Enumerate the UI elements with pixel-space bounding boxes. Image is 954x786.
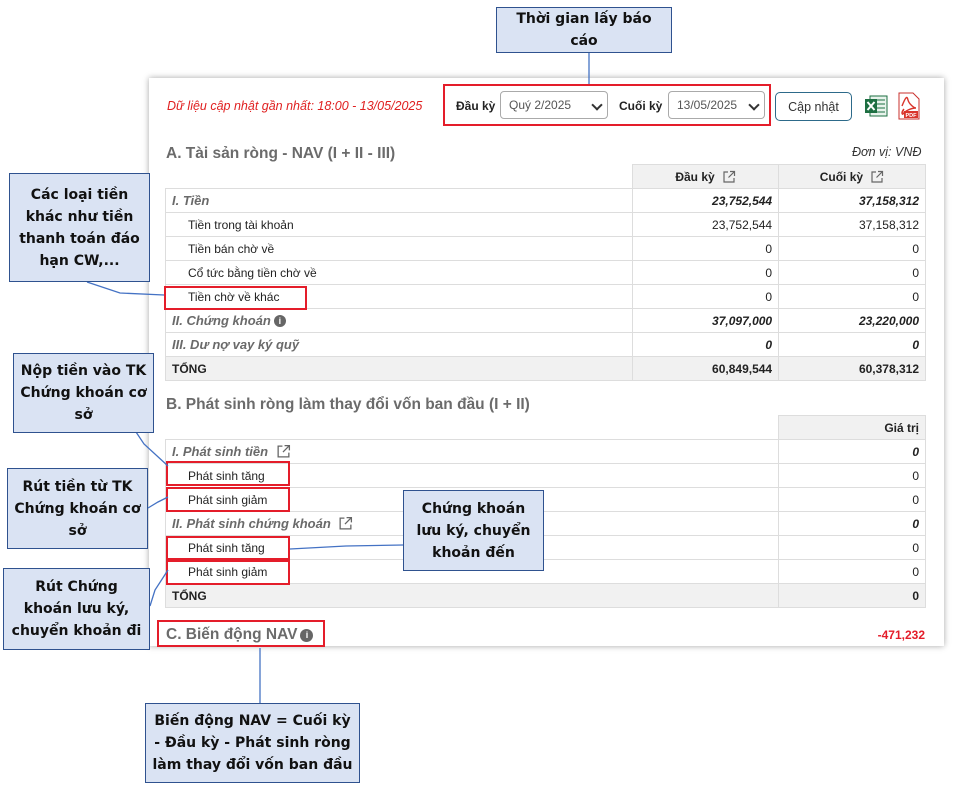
- start-period-label: Đầu kỳ: [456, 99, 496, 113]
- unit-label: Đơn vị: VNĐ: [852, 145, 922, 159]
- excel-export-icon[interactable]: [864, 94, 888, 118]
- row-end-value: 23,220,000: [778, 308, 926, 333]
- row-label: Tiền trong tài khoản: [164, 212, 634, 237]
- table-row: I. Tiền 23,752,544 37,158,312: [164, 188, 926, 213]
- row-label: III. Dư nợ vay ký quỹ: [164, 332, 634, 357]
- row-value: 0: [778, 439, 926, 464]
- pdf-export-icon[interactable]: PDF: [895, 92, 921, 120]
- row-start-value: 23,752,544: [632, 188, 780, 213]
- nav-change-value: -471,232: [877, 628, 925, 642]
- row-label-cell: I. Phát sinh tiền: [164, 439, 780, 464]
- nav-change-highlight: [157, 620, 325, 647]
- row-start-value: 60,849,544: [632, 356, 780, 381]
- row-end-value: 0: [778, 332, 926, 357]
- row-label: TỔNG: [164, 583, 780, 608]
- row-value: 0: [778, 535, 926, 560]
- row-start-value: 0: [632, 236, 780, 261]
- cash-increase-highlight: [166, 461, 290, 486]
- row-end-value: 37,158,312: [778, 188, 926, 213]
- external-link-icon[interactable]: [338, 516, 353, 531]
- other-cash-highlight: [164, 286, 307, 310]
- row-start-value: 0: [632, 332, 780, 357]
- table-row: I. Phát sinh tiền 0: [164, 439, 926, 464]
- row-label: II. Chứng khoán: [172, 313, 271, 328]
- row-end-value: 0: [778, 236, 926, 261]
- update-button[interactable]: Cập nhật: [775, 92, 852, 121]
- row-value: 0: [778, 511, 926, 536]
- securities-in-callout: Chứng khoán lưu ký, chuyển khoản đến: [403, 490, 544, 571]
- external-link-icon[interactable]: [870, 170, 884, 184]
- external-link-icon[interactable]: [722, 170, 736, 184]
- start-period-select[interactable]: Quý 2/2025: [500, 91, 608, 119]
- row-end-value: 0: [778, 260, 926, 285]
- cash-decrease-highlight: [166, 487, 290, 512]
- report-time-callout: Thời gian lấy báo cáo: [496, 7, 672, 53]
- table-header-row: Giá trị: [165, 415, 926, 440]
- last-updated-text: Dữ liệu cập nhật gần nhất: 18:00 - 13/05…: [167, 99, 423, 113]
- row-start-value: 23,752,544: [632, 212, 780, 237]
- start-period-value: Quý 2/2025: [509, 98, 572, 112]
- row-start-value: 0: [632, 260, 780, 285]
- row-label: I. Tiền: [164, 188, 634, 213]
- table-header-row: Đầu kỳ Cuối kỳ: [165, 164, 926, 189]
- row-label-cell: II. Chứng khoán i: [164, 308, 634, 333]
- row-value: 0: [778, 583, 926, 608]
- row-value: 0: [778, 487, 926, 512]
- row-start-value: 37,097,000: [632, 308, 780, 333]
- table-row: II. Chứng khoán i 37,097,000 23,220,000: [164, 308, 926, 333]
- table-row: Tiền trong tài khoản 23,752,544 37,158,3…: [164, 212, 926, 237]
- deposit-callout: Nộp tiền vào TK Chứng khoán cơ sở: [13, 353, 154, 433]
- table-row: II. Phát sinh chứng khoán 0: [164, 511, 926, 536]
- table-total-row: TỔNG 0: [164, 583, 926, 608]
- col-start-label: Đầu kỳ: [675, 169, 715, 184]
- table-header-blank: [165, 164, 634, 189]
- chevron-down-icon: [748, 99, 760, 111]
- row-label: I. Phát sinh tiền: [172, 444, 269, 459]
- table-row: Cổ tức bằng tiền chờ về 0 0: [164, 260, 926, 285]
- table-total-row: TỔNG 60,849,544 60,378,312: [164, 356, 926, 381]
- chevron-down-icon: [591, 99, 603, 111]
- row-value: 0: [778, 559, 926, 584]
- table-row: III. Dư nợ vay ký quỹ 0 0: [164, 332, 926, 357]
- row-label: TỔNG: [164, 356, 634, 381]
- end-period-label: Cuối kỳ: [619, 99, 663, 113]
- external-link-icon[interactable]: [276, 444, 291, 459]
- row-value: 0: [778, 463, 926, 488]
- nav-formula-callout: Biến động NAV = Cuối kỳ - Đầu kỳ - Phát …: [145, 703, 360, 783]
- col-start-header[interactable]: Đầu kỳ: [632, 164, 780, 189]
- col-value-header: Giá trị: [778, 415, 926, 440]
- row-start-value: 0: [632, 284, 780, 309]
- row-label: Tiền bán chờ về: [164, 236, 634, 261]
- row-end-value: 60,378,312: [778, 356, 926, 381]
- securities-decrease-highlight: [166, 560, 290, 585]
- col-end-header[interactable]: Cuối kỳ: [778, 164, 926, 189]
- info-icon[interactable]: i: [273, 315, 286, 327]
- row-label: II. Phát sinh chứng khoán: [172, 516, 331, 531]
- other-cash-callout: Các loại tiền khác như tiền thanh toán đ…: [9, 173, 150, 282]
- securities-increase-highlight: [166, 536, 290, 560]
- table-row: Tiền bán chờ về 0 0: [164, 236, 926, 261]
- end-period-select[interactable]: 13/05/2025: [668, 91, 765, 119]
- end-period-value: 13/05/2025: [677, 98, 738, 112]
- svg-text:PDF: PDF: [906, 113, 918, 119]
- col-end-label: Cuối kỳ: [819, 169, 864, 184]
- securities-out-callout: Rút Chứng khoán lưu ký, chuyển khoản đi: [3, 568, 150, 650]
- table-header-blank: [165, 415, 780, 440]
- row-end-value: 0: [778, 284, 926, 309]
- nav-table: Đầu kỳ Cuối kỳ I. Tiền 23,752,544 37,158…: [164, 164, 926, 381]
- row-end-value: 37,158,312: [778, 212, 926, 237]
- section-b-title: B. Phát sinh ròng làm thay đổi vốn ban đ…: [166, 396, 530, 413]
- withdraw-callout: Rút tiền từ TK Chứng khoán cơ sở: [7, 468, 148, 549]
- section-a-title: A. Tài sản ròng - NAV (I + II - III): [166, 145, 396, 162]
- row-label: Cổ tức bằng tiền chờ về: [164, 260, 634, 285]
